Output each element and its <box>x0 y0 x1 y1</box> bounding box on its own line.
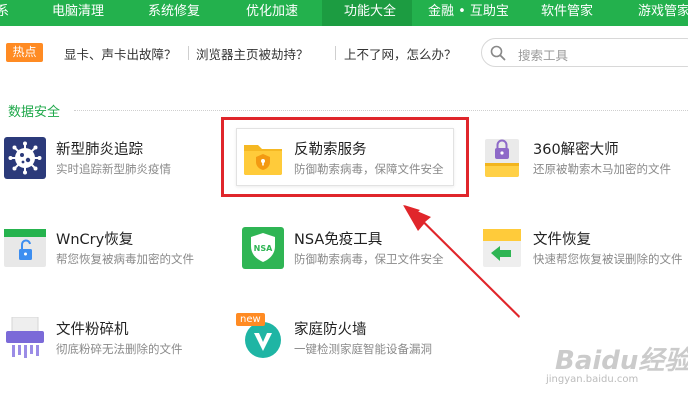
tool-file-shredder[interactable]: 文件粉碎机 彻底粉碎无法删除的文件 <box>4 317 234 377</box>
divider <box>335 46 336 60</box>
tool-name: NSA免疫工具 <box>294 232 383 248</box>
tab-finance[interactable]: 金融 • 互助宝 <box>428 0 509 26</box>
tab-game-manager[interactable]: 游戏管家 <box>638 0 688 26</box>
hot-badge: 热点 <box>6 43 43 62</box>
tool-desc: 一键检测家庭智能设备漏洞 <box>294 342 432 356</box>
tool-pneumonia-tracker[interactable]: 新型肺炎追踪 实时追踪新型肺炎疫情 <box>4 137 234 197</box>
tool-wncry-recovery[interactable]: WnCry恢复 帮您恢复被病毒加密的文件 <box>4 227 234 287</box>
tab-optimize[interactable]: 优化加速 <box>246 0 298 26</box>
tool-desc: 帮您恢复被病毒加密的文件 <box>56 252 194 266</box>
tool-name: WnCry恢复 <box>56 232 134 248</box>
search-box[interactable]: 搜索工具 <box>481 38 688 67</box>
tool-360-decrypt-master[interactable]: 360解密大师 还原被勒索木马加密的文件 <box>481 137 688 197</box>
tool-desc: 快速帮您恢复被误删除的文件 <box>533 252 683 266</box>
annotation-highlight-box <box>221 117 469 197</box>
section-divider <box>74 110 688 111</box>
lock-box-icon <box>485 139 519 177</box>
new-badge: new <box>236 313 265 326</box>
tab-partial[interactable]: 系 <box>0 0 16 26</box>
tool-name: 360解密大师 <box>533 142 619 158</box>
tool-name: 家庭防火墙 <box>294 322 367 338</box>
search-icon <box>490 45 506 61</box>
tool-file-recovery[interactable]: 文件恢复 快速帮您恢复被误删除的文件 <box>481 227 688 287</box>
tab-all-functions[interactable]: 功能大全 <box>322 0 412 26</box>
tool-desc: 还原被勒索木马加密的文件 <box>533 162 671 176</box>
tool-desc: 实时追踪新型肺炎疫情 <box>56 162 171 176</box>
search-placeholder: 搜索工具 <box>518 48 569 63</box>
tab-pc-clean[interactable]: 电脑清理 <box>52 0 104 26</box>
unlock-window-icon <box>4 229 46 267</box>
hot-link-sound-card[interactable]: 显卡、声卡出故障？ <box>64 44 177 63</box>
app-root: 系 电脑清理 系统修复 优化加速 功能大全 金融 • 互助宝 软件管家 游戏管家… <box>0 0 688 401</box>
svg-text:NSA: NSA <box>254 244 273 253</box>
tool-desc: 防御勒索病毒，保卫文件安全 <box>294 252 444 266</box>
tool-name: 新型肺炎追踪 <box>56 142 143 158</box>
virus-icon <box>4 137 46 179</box>
watermark-text: Baidu经验 <box>555 346 688 376</box>
section-title: 数据安全 <box>8 105 61 120</box>
nsa-shield-icon: NSA <box>242 227 284 269</box>
tool-name: 文件恢复 <box>533 232 591 248</box>
tab-software-manager[interactable]: 软件管家 <box>541 0 593 26</box>
hot-link-no-internet[interactable]: 上不了网，怎么办？ <box>344 44 457 63</box>
watermark-url: jingyan.baidu.com <box>546 374 639 385</box>
tool-desc: 彻底粉碎无法删除的文件 <box>56 342 183 356</box>
tool-name: 文件粉碎机 <box>56 322 129 338</box>
hot-link-browser-hijack[interactable]: 浏览器主页被劫持？ <box>196 44 309 63</box>
divider <box>188 46 189 60</box>
tool-home-firewall[interactable]: new 家庭防火墙 一键检测家庭智能设备漏洞 <box>236 313 472 377</box>
shredder-icon <box>6 317 44 358</box>
top-navigation: 系 电脑清理 系统修复 优化加速 功能大全 金融 • 互助宝 软件管家 游戏管家 <box>0 0 688 26</box>
tab-system-repair[interactable]: 系统修复 <box>148 0 200 26</box>
tool-nsa-immune[interactable]: NSA NSA免疫工具 防御勒索病毒，保卫文件安全 <box>242 227 472 287</box>
file-restore-icon <box>483 229 521 267</box>
